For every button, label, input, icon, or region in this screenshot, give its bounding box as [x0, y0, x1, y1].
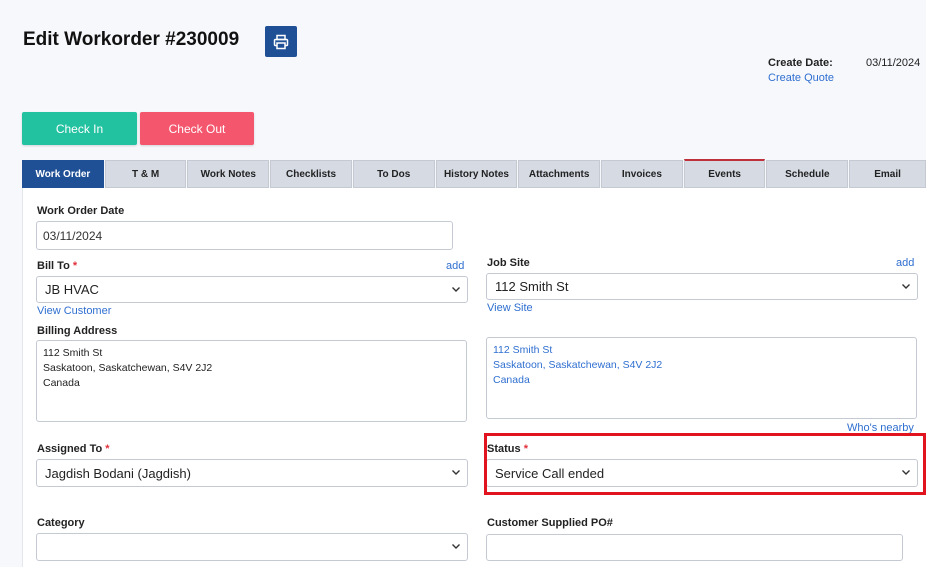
tab-events[interactable]: Events [683, 159, 766, 188]
check-out-button[interactable]: Check Out [140, 112, 254, 145]
job-site-value: 112 Smith St [495, 279, 569, 294]
check-in-button[interactable]: Check In [22, 112, 137, 145]
bill-to-value: JB HVAC [45, 282, 99, 297]
category-select[interactable] [36, 533, 468, 561]
status-value: Service Call ended [495, 465, 605, 481]
print-button[interactable] [265, 26, 297, 57]
tab-email[interactable]: Email [849, 160, 926, 188]
customer-po-label: Customer Supplied PO# [487, 517, 613, 529]
tab-bar: Work Order T & M Work Notes Checklists T… [22, 159, 926, 188]
chevron-down-icon [902, 470, 910, 475]
printer-icon [273, 34, 289, 49]
chevron-down-icon [452, 544, 460, 549]
chevron-down-icon [902, 283, 910, 289]
address-line: Saskatoon, Saskatchewan, S4V 2J2 [493, 359, 663, 371]
view-customer-link[interactable]: View Customer [37, 305, 111, 317]
create-date-value: 03/11/2024 [866, 57, 921, 69]
tab-work-notes[interactable]: Work Notes [187, 160, 270, 188]
address-line: Saskatoon, Saskatchewan, S4V 2J2 [43, 362, 213, 374]
work-order-date-label: Work Order Date [37, 205, 125, 217]
address-line: Canada [493, 374, 530, 386]
tab-attachments[interactable]: Attachments [518, 160, 601, 188]
required-mark: * [105, 443, 110, 455]
create-date-label: Create Date: [768, 57, 833, 69]
job-site-label: Job Site [487, 257, 530, 269]
required-mark: * [523, 443, 528, 455]
bill-to-label: Bill To * [37, 260, 78, 272]
create-quote-link[interactable]: Create Quote [768, 72, 834, 84]
site-address-textarea[interactable]: 112 Smith St Saskatoon, Saskatchewan, S4… [486, 337, 917, 419]
tab-checklists[interactable]: Checklists [270, 160, 352, 188]
whos-nearby-link[interactable]: Who's nearby [847, 422, 914, 434]
address-line: Canada [43, 377, 80, 389]
page-title: Edit Workorder #230009 [23, 29, 240, 50]
view-site-link[interactable]: View Site [487, 302, 533, 314]
assigned-to-select[interactable]: Jagdish Bodani (Jagdish) [36, 459, 468, 487]
status-select[interactable]: Service Call ended [486, 459, 918, 487]
job-site-select[interactable]: 112 Smith St [486, 273, 918, 300]
tab-schedule[interactable]: Schedule [766, 160, 849, 188]
add-site-link[interactable]: add [896, 257, 914, 269]
add-customer-link[interactable]: add [446, 260, 464, 272]
chevron-down-icon [452, 286, 460, 292]
billing-address-textarea[interactable]: 112 Smith St Saskatoon, Saskatchewan, S4… [36, 340, 467, 422]
bill-to-select[interactable]: JB HVAC [36, 276, 468, 303]
tab-t-and-m[interactable]: T & M [104, 160, 187, 188]
customer-po-input[interactable] [486, 534, 903, 561]
work-order-date-input[interactable]: 03/11/2024 [36, 221, 453, 250]
assigned-to-value: Jagdish Bodani (Jagdish) [45, 465, 191, 481]
address-line: 112 Smith St [493, 344, 553, 356]
address-line: 112 Smith St [43, 347, 103, 359]
status-label: Status * [487, 443, 528, 455]
assigned-to-label: Assigned To * [37, 443, 110, 455]
required-mark: * [72, 260, 78, 272]
tab-to-dos[interactable]: To Dos [352, 160, 435, 188]
tab-history-notes[interactable]: History Notes [435, 160, 518, 188]
tab-invoices[interactable]: Invoices [601, 160, 683, 188]
category-label: Category [37, 517, 85, 529]
chevron-down-icon [452, 470, 460, 475]
tab-work-order[interactable]: Work Order [22, 160, 104, 188]
billing-address-label: Billing Address [37, 325, 118, 337]
